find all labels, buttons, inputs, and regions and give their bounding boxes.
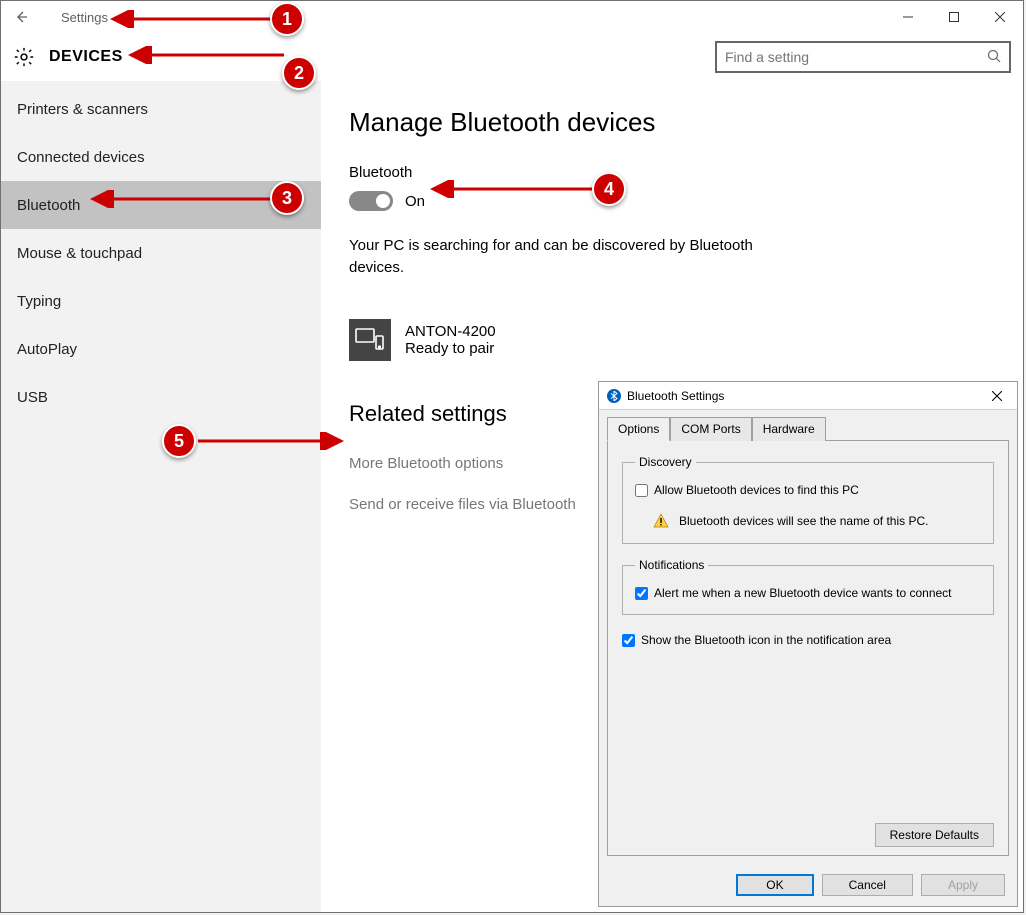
annotation-marker-4: 4 <box>592 172 626 206</box>
alert-checkbox[interactable] <box>635 587 648 600</box>
allow-discovery-checkbox[interactable] <box>635 484 648 497</box>
ok-button[interactable]: OK <box>736 874 813 896</box>
notifications-legend: Notifications <box>635 558 708 572</box>
bluetooth-settings-dialog: Bluetooth Settings Options COM Ports Har… <box>598 381 1018 907</box>
annotation-marker-1: 1 <box>270 2 304 36</box>
discovery-legend: Discovery <box>635 455 696 469</box>
cancel-button[interactable]: Cancel <box>822 874 913 896</box>
annotation-marker-2: 2 <box>282 56 316 90</box>
status-text: Your PC is searching for and can be disc… <box>349 235 779 279</box>
tab-com-ports[interactable]: COM Ports <box>670 417 751 441</box>
dialog-title: Bluetooth Settings <box>627 389 724 403</box>
titlebar: Settings <box>1 1 1023 33</box>
restore-defaults-button[interactable]: Restore Defaults <box>875 823 994 847</box>
tab-body: Discovery Allow Bluetooth devices to fin… <box>607 440 1009 856</box>
device-row[interactable]: ANTON-4200 Ready to pair <box>349 319 997 361</box>
close-button[interactable] <box>977 1 1023 33</box>
sidebar-item-printers[interactable]: Printers & scanners <box>1 85 321 133</box>
dialog-titlebar: Bluetooth Settings <box>599 382 1017 410</box>
tab-hardware[interactable]: Hardware <box>752 417 826 441</box>
back-button[interactable] <box>1 1 41 33</box>
page-header: DEVICES <box>1 33 1023 81</box>
bluetooth-icon <box>607 389 621 403</box>
bluetooth-toggle-state: On <box>405 193 425 210</box>
annotation-marker-5: 5 <box>162 424 196 458</box>
dialog-tabs: Options COM Ports Hardware <box>599 410 1017 440</box>
warning-icon <box>653 513 669 529</box>
device-icon <box>349 319 391 361</box>
minimize-button[interactable] <box>885 1 931 33</box>
sidebar-item-autoplay[interactable]: AutoPlay <box>1 325 321 373</box>
device-name: ANTON-4200 <box>405 323 496 340</box>
dialog-button-row: OK Cancel Apply <box>599 864 1017 906</box>
discovery-group: Discovery Allow Bluetooth devices to fin… <box>622 455 994 544</box>
search-icon <box>987 49 1001 66</box>
dialog-close-button[interactable] <box>985 388 1009 404</box>
search-input[interactable] <box>725 49 987 65</box>
bluetooth-toggle[interactable] <box>349 191 393 211</box>
show-icon-option[interactable]: Show the Bluetooth icon in the notificat… <box>622 633 994 647</box>
search-box[interactable] <box>715 41 1011 73</box>
sidebar-item-mouse[interactable]: Mouse & touchpad <box>1 229 321 277</box>
device-status: Ready to pair <box>405 340 496 357</box>
show-icon-checkbox[interactable] <box>622 634 635 647</box>
bluetooth-label: Bluetooth <box>349 164 997 181</box>
notifications-group: Notifications Alert me when a new Blueto… <box>622 558 994 615</box>
discovery-warning: Bluetooth devices will see the name of t… <box>679 514 928 528</box>
tab-options[interactable]: Options <box>607 417 670 441</box>
annotation-marker-3: 3 <box>270 181 304 215</box>
allow-discovery-option[interactable]: Allow Bluetooth devices to find this PC <box>635 483 981 497</box>
apply-button[interactable]: Apply <box>921 874 1005 896</box>
gear-icon <box>13 46 35 68</box>
sidebar-item-typing[interactable]: Typing <box>1 277 321 325</box>
alert-option[interactable]: Alert me when a new Bluetooth device wan… <box>635 586 981 600</box>
page-title: DEVICES <box>49 48 123 66</box>
window-title: Settings <box>61 10 108 25</box>
back-arrow-icon <box>13 9 29 25</box>
maximize-button[interactable] <box>931 1 977 33</box>
sidebar-item-connected[interactable]: Connected devices <box>1 133 321 181</box>
main-heading: Manage Bluetooth devices <box>349 107 997 138</box>
sidebar-item-usb[interactable]: USB <box>1 373 321 421</box>
